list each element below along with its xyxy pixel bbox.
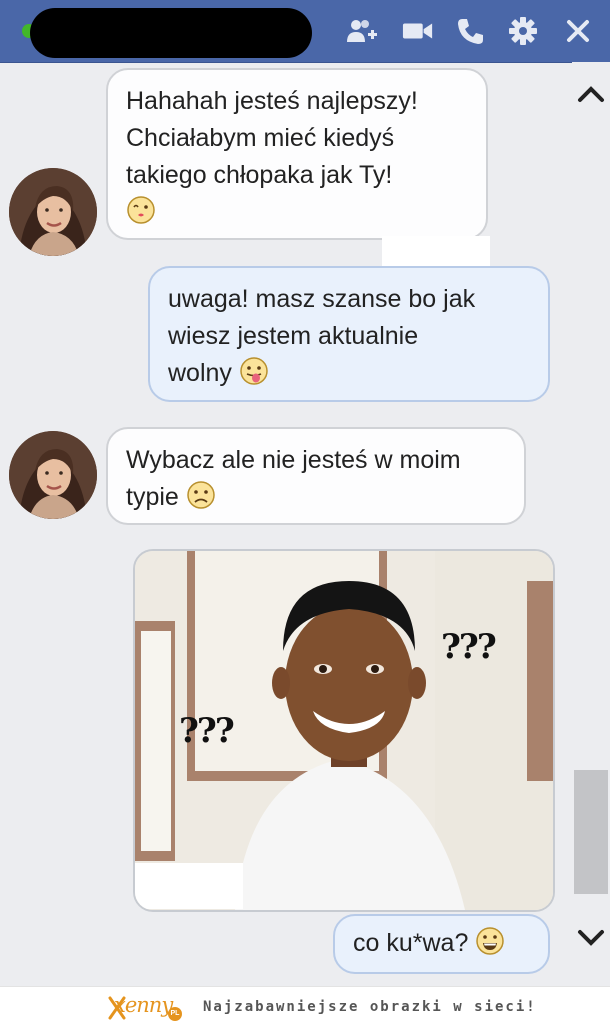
image-caption-left: ??? (179, 711, 235, 751)
message-text-line: takiego chłopaka jak Ty! (126, 161, 393, 189)
site-tagline: Najzabawniejsze obrazki w sieci! (203, 999, 537, 1015)
site-logo-badge: PL (168, 1007, 182, 1021)
close-icon[interactable] (562, 14, 594, 48)
message-text-line: typie (126, 483, 179, 511)
scroll-down-arrow-icon[interactable] (572, 918, 610, 958)
sad-emoji (187, 481, 215, 509)
message-bubble-incoming: Wybacz ale nie jesteś w moim typie (106, 427, 526, 525)
redacted-timestamp (135, 863, 243, 909)
message-bubble-outgoing: uwaga! masz szanse bo jak wiesz jestem a… (148, 266, 550, 402)
redacted-contact-name (30, 8, 312, 58)
contact-avatar[interactable] (9, 431, 97, 519)
site-footer: xenny PL Najzabawniejsze obrazki w sieci… (0, 986, 610, 1029)
phone-icon[interactable] (454, 14, 486, 48)
message-text-line: Chciałabym mieć kiedyś (126, 124, 395, 152)
kiss-emoji (127, 196, 155, 224)
gear-icon[interactable] (507, 14, 539, 48)
message-text-line: co ku*wa? (353, 929, 469, 957)
scroll-up-arrow-icon[interactable] (572, 74, 610, 114)
tongue-out-emoji (240, 357, 268, 385)
site-logo: xenny (114, 993, 173, 1017)
chat-scrollbar[interactable] (572, 62, 610, 986)
add-friend-icon[interactable] (346, 14, 378, 48)
message-bubble-incoming: Hahahah jesteś najlepszy! Chciałabym mie… (106, 68, 488, 240)
grin-emoji (476, 927, 505, 955)
video-call-icon[interactable] (402, 14, 434, 48)
message-bubble-outgoing: co ku*wa? (333, 914, 550, 974)
contact-avatar[interactable] (9, 168, 97, 256)
scroll-thumb[interactable] (574, 770, 608, 894)
shared-image-message[interactable]: ??? ??? (133, 549, 555, 912)
message-text-line: wolny (168, 359, 232, 387)
image-caption-right: ??? (441, 627, 497, 667)
chat-header (0, 0, 610, 63)
message-text-line: wiesz jestem aktualnie (168, 322, 419, 350)
message-text-line: Wybacz ale nie jesteś w moim (126, 446, 461, 474)
redacted-timestamp (382, 236, 490, 266)
message-text-line: Hahahah jesteś najlepszy! (126, 87, 418, 115)
message-text-line: uwaga! masz szanse bo jak (168, 285, 476, 313)
